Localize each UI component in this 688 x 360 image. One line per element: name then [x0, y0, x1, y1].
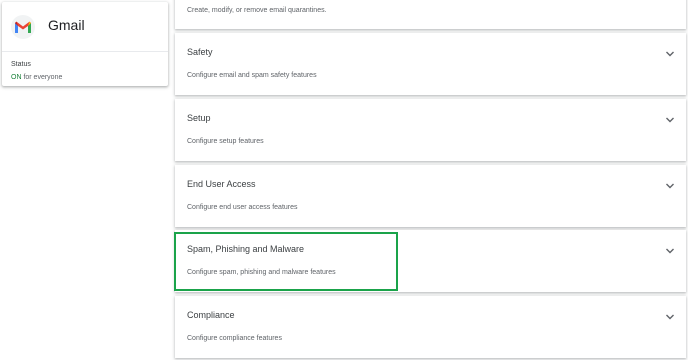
card-title: Compliance — [187, 310, 235, 320]
setting-card-end-user-access[interactable]: End User Access Configure end user acces… — [175, 165, 686, 227]
setting-card-compliance[interactable]: Compliance Configure compliance features — [175, 296, 686, 358]
card-description: Configure setup features — [187, 138, 264, 145]
card-description: Configure spam, phishing and malware fea… — [187, 269, 336, 276]
card-description: Create, modify, or remove email quaranti… — [187, 7, 327, 14]
card-title: Spam, Phishing and Malware — [187, 244, 305, 254]
card-description: Configure email and spam safety features — [187, 72, 317, 79]
chevron-down-icon[interactable] — [665, 50, 675, 58]
chevron-down-icon[interactable] — [665, 116, 675, 124]
app-summary-card: Gmail Status ON for everyone — [2, 2, 168, 86]
chevron-down-icon[interactable] — [665, 247, 675, 255]
setting-card-quarantines[interactable]: Create, modify, or remove email quaranti… — [175, 0, 686, 29]
setting-card-spam-phishing-malware[interactable]: Spam, Phishing and Malware Configure spa… — [175, 230, 686, 292]
card-description: Configure end user access features — [187, 204, 298, 211]
chevron-down-icon[interactable] — [665, 313, 675, 321]
gmail-settings-page: Gmail Status ON for everyone Create, mod… — [0, 0, 688, 360]
app-header: Gmail — [2, 2, 168, 52]
status-label: Status — [11, 61, 31, 68]
card-description: Configure compliance features — [187, 335, 282, 342]
status-on-text: ON — [11, 74, 22, 81]
app-title: Gmail — [48, 17, 85, 33]
chevron-down-icon[interactable] — [665, 182, 675, 190]
status-scope-text: for everyone — [21, 74, 63, 81]
status-value: ON for everyone — [11, 74, 62, 81]
card-title: Safety — [187, 47, 213, 57]
card-title: End User Access — [187, 179, 256, 189]
setting-card-safety[interactable]: Safety Configure email and spam safety f… — [175, 33, 686, 95]
setting-card-setup[interactable]: Setup Configure setup features — [175, 99, 686, 161]
gmail-logo-icon — [11, 15, 35, 39]
card-title: Setup — [187, 113, 211, 123]
